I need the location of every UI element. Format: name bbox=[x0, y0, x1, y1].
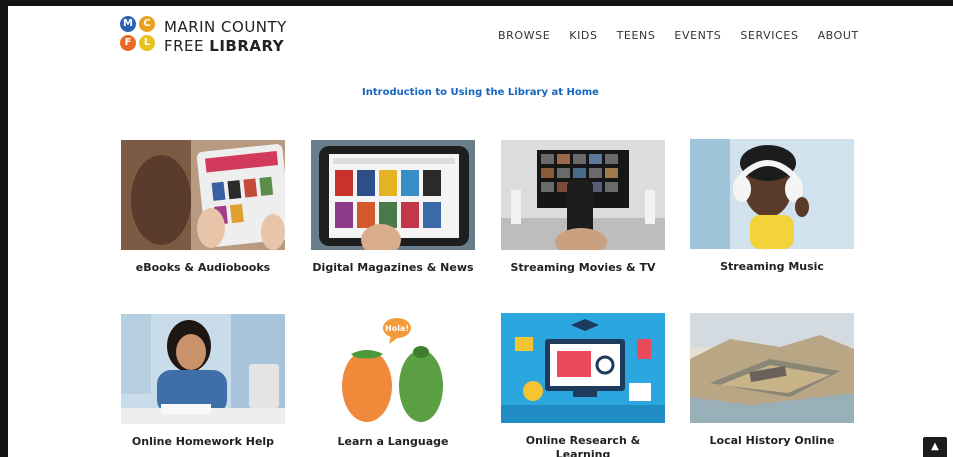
tile-language[interactable]: Hola! Learn a Language bbox=[311, 314, 475, 449]
intro-link[interactable]: Introduction to Using the Library at Hom… bbox=[8, 87, 953, 98]
logo-letter-c: C bbox=[139, 16, 155, 32]
tile-magazines[interactable]: Digital Magazines & News bbox=[311, 140, 475, 275]
tile-label: Online Research & Learning bbox=[525, 434, 641, 457]
nav-events[interactable]: EVENTS bbox=[674, 29, 721, 42]
nav-browse[interactable]: BROWSE bbox=[498, 29, 550, 42]
tile-music[interactable]: Streaming Music bbox=[690, 139, 854, 274]
main-nav: BROWSE KIDS TEENS EVENTS SERVICES ABOUT bbox=[498, 29, 878, 42]
logo-line-2: FREE LIBRARY bbox=[164, 37, 284, 55]
logo-free: FREE bbox=[164, 37, 210, 55]
language-image: Hola! bbox=[311, 314, 475, 424]
research-image bbox=[501, 313, 665, 423]
movies-image bbox=[501, 140, 665, 250]
tile-label: Online Homework Help bbox=[131, 435, 275, 448]
nav-teens[interactable]: TEENS bbox=[617, 29, 656, 42]
hola-bubble-text: Hola! bbox=[385, 324, 409, 333]
homework-image bbox=[121, 314, 285, 424]
local-history-image bbox=[690, 313, 854, 423]
nav-about[interactable]: ABOUT bbox=[818, 29, 859, 42]
magazines-image bbox=[311, 140, 475, 250]
tile-ebooks[interactable]: eBooks & Audiobooks bbox=[121, 140, 285, 275]
tile-label: Streaming Music bbox=[720, 260, 824, 273]
logo-line-1: MARIN COUNTY bbox=[164, 18, 287, 36]
logo-letter-l: L bbox=[139, 35, 155, 51]
tile-label: Streaming Movies & TV bbox=[510, 261, 656, 274]
nav-services[interactable]: SERVICES bbox=[740, 29, 798, 42]
logo-letter-m: M bbox=[120, 16, 136, 32]
chevron-up-icon: ▲ bbox=[931, 441, 939, 452]
tile-research[interactable]: Online Research & Learning bbox=[501, 313, 665, 457]
page: M C F L MARIN COUNTY FREE LIBRARY BROWSE… bbox=[8, 6, 953, 457]
logo-library: LIBRARY bbox=[209, 37, 285, 55]
logo-letter-f: F bbox=[120, 35, 136, 51]
ebooks-image bbox=[121, 140, 285, 250]
tile-label: Local History Online bbox=[709, 434, 835, 447]
tile-label: eBooks & Audiobooks bbox=[135, 261, 271, 274]
tile-movies[interactable]: Streaming Movies & TV bbox=[501, 140, 665, 275]
tile-label: Learn a Language bbox=[337, 435, 449, 448]
music-image bbox=[690, 139, 854, 249]
nav-kids[interactable]: KIDS bbox=[569, 29, 597, 42]
scroll-to-top-button[interactable]: ▲ bbox=[923, 437, 947, 457]
library-logo[interactable]: M C F L MARIN COUNTY FREE LIBRARY bbox=[120, 16, 320, 58]
tile-local-history[interactable]: Local History Online bbox=[690, 313, 854, 448]
tile-homework[interactable]: Online Homework Help bbox=[121, 314, 285, 449]
tile-label: Digital Magazines & News bbox=[312, 261, 474, 274]
